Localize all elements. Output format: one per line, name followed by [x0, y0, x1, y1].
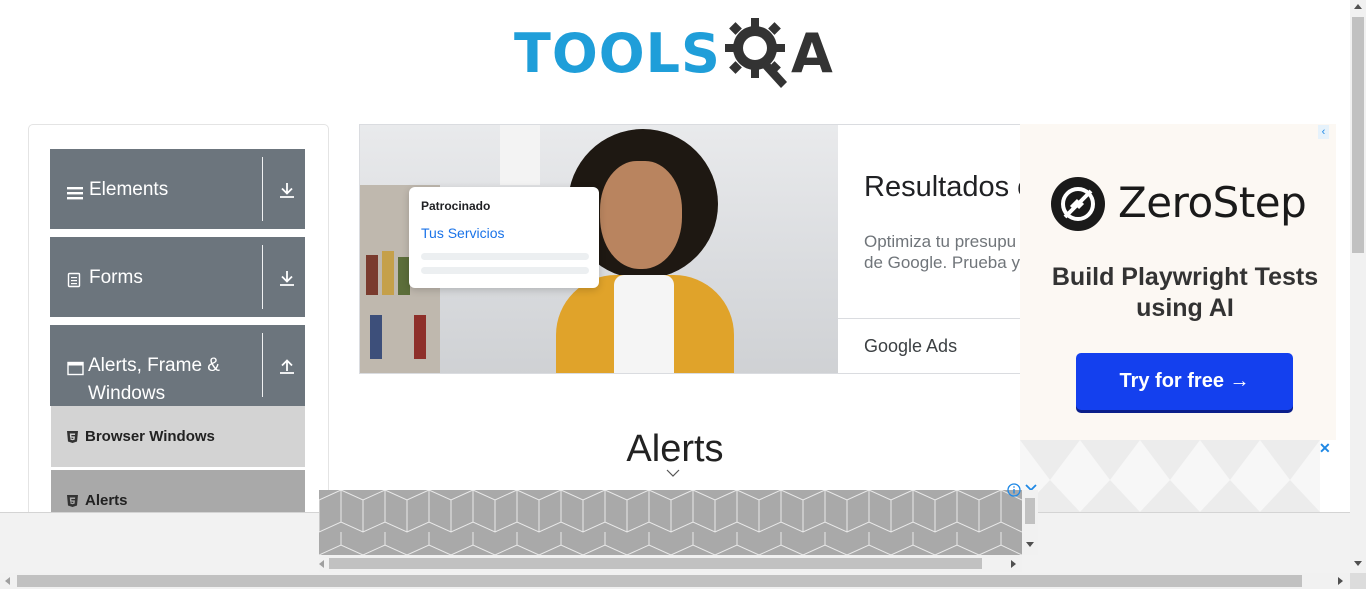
person-shirt [614, 275, 674, 373]
group-separator [262, 245, 263, 309]
gear-magnifier-icon [724, 18, 787, 88]
group-elements-title: Elements [67, 176, 247, 209]
card-link-text: Tus Servicios [421, 225, 505, 241]
page-vertical-scrollbar[interactable] [1350, 0, 1366, 573]
ad-title[interactable]: Resultados c [864, 171, 1032, 204]
zerostep-logo-icon [1051, 177, 1105, 231]
group-elements-label: Elements [89, 179, 169, 200]
html5-icon [67, 495, 78, 507]
chevron-down-icon [666, 469, 680, 477]
window-icon [67, 357, 84, 385]
logo-qa: A [723, 16, 833, 92]
scroll-right-arrow-icon[interactable] [1338, 577, 1344, 585]
bottom-ad-vertical-scrollbar[interactable] [1022, 490, 1038, 555]
card-sponsor-label: Patrocinado [421, 199, 491, 213]
group-alerts-title: Alerts, Frame & Windows [67, 352, 247, 408]
scroll-down-arrow-icon[interactable] [1354, 561, 1362, 567]
google-ads-banner[interactable]: Patrocinado Tus Servicios Resultados c O… [359, 124, 1059, 374]
zerostep-brand: ZeroStep [1118, 178, 1307, 227]
group-forms[interactable]: Forms [50, 237, 305, 317]
card-placeholder-line [421, 267, 589, 274]
page-title: Alerts [626, 428, 724, 470]
zerostep-tagline: Build Playwright Tests using AI [1051, 263, 1319, 322]
ad-pattern-area [1020, 440, 1320, 512]
left-panel: Elements Forms Alerts, Frame & Windows B… [28, 124, 329, 544]
background-lamp [500, 125, 540, 185]
group-separator [262, 333, 263, 397]
sidebar-item-label: Alerts [85, 492, 128, 509]
logo-text: TOOLS [514, 22, 721, 85]
card-placeholder-line [421, 253, 589, 260]
sidebar-item-browser-windows[interactable]: Browser Windows [51, 406, 305, 468]
group-separator [262, 157, 263, 221]
scroll-up-arrow-icon[interactable] [1354, 4, 1362, 10]
scroll-right-arrow-icon[interactable] [1011, 560, 1017, 568]
bottom-ad-horizontal-scrollbar[interactable] [319, 555, 1022, 572]
scrollbar-corner [1350, 573, 1366, 589]
download-arrow-icon[interactable] [278, 181, 296, 199]
bottom-ad-frame[interactable] [319, 490, 1022, 555]
scroll-down-arrow-icon[interactable] [1026, 542, 1034, 548]
html5-icon [67, 431, 78, 443]
ad-choices-icon[interactable]: ‹ [1318, 125, 1329, 139]
download-arrow-icon[interactable] [278, 269, 296, 287]
hamburger-icon [67, 181, 85, 209]
group-alerts-frame-windows[interactable]: Alerts, Frame & Windows [50, 325, 305, 406]
group-forms-title: Forms [67, 264, 247, 297]
document-icon [67, 269, 85, 297]
group-elements[interactable]: Elements [50, 149, 305, 229]
scroll-thumb[interactable] [1025, 498, 1035, 524]
page-horizontal-scrollbar[interactable] [0, 573, 1350, 589]
ad-brand[interactable]: Google Ads [864, 336, 957, 357]
scroll-thumb[interactable] [17, 575, 1302, 587]
sponsored-card: Patrocinado Tus Servicios [409, 187, 599, 288]
try-for-free-button[interactable]: Try for free → [1076, 353, 1293, 410]
group-alerts-label: Alerts, Frame & Windows [88, 355, 220, 404]
upload-arrow-icon[interactable] [278, 357, 296, 375]
logo-a: A [790, 22, 833, 85]
person-face [600, 161, 682, 269]
scroll-thumb[interactable] [329, 558, 982, 569]
scroll-left-arrow-icon[interactable] [5, 577, 11, 585]
group-forms-label: Forms [89, 267, 143, 288]
close-icon[interactable]: ✕ [1319, 440, 1331, 457]
site-logo[interactable]: TOOLS A [514, 14, 840, 94]
sidebar-item-label: Browser Windows [85, 428, 215, 445]
scroll-left-arrow-icon[interactable] [319, 560, 325, 568]
ad-photo: Patrocinado Tus Servicios [360, 125, 838, 373]
scroll-thumb[interactable] [1352, 17, 1364, 253]
